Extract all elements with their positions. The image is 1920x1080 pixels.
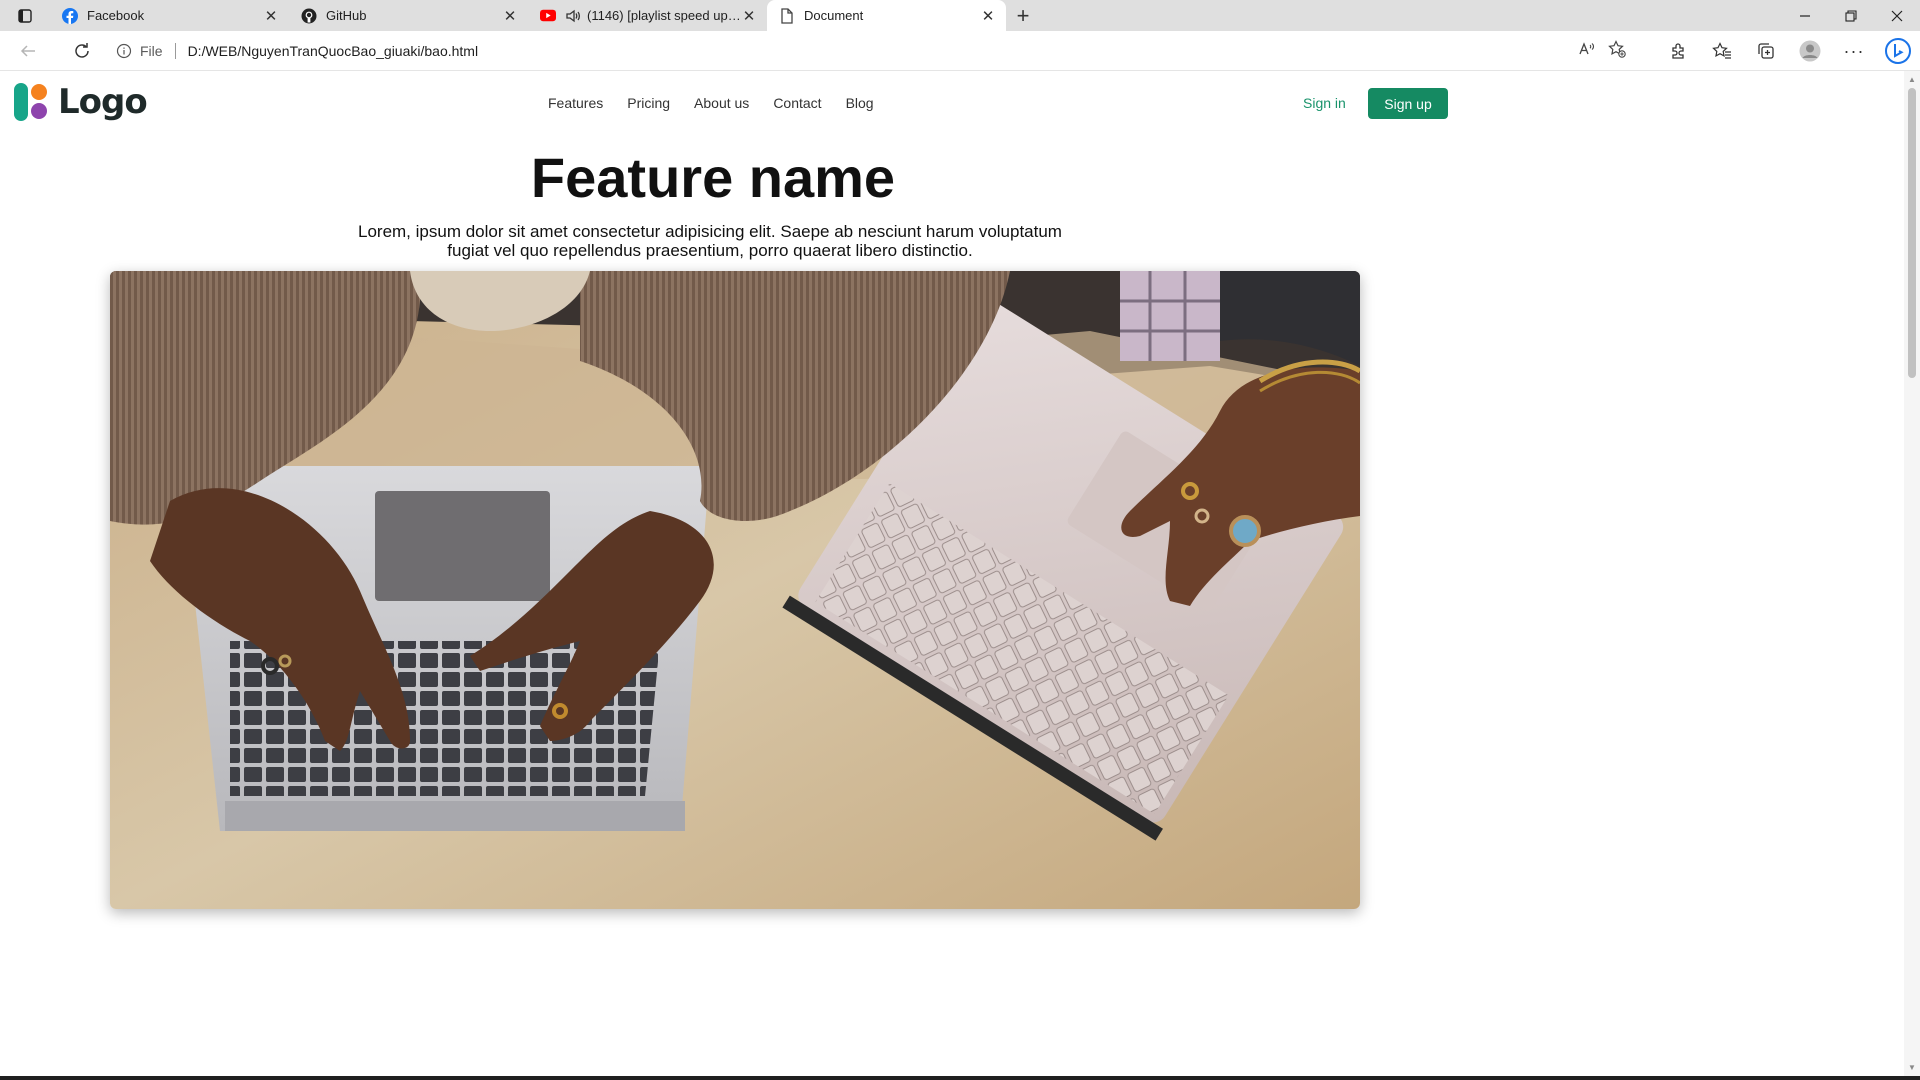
scroll-up-icon[interactable]: ▲ [1908,75,1916,84]
tab-bar: Facebook ✕ GitHub ✕ (1146) [playlist spe… [0,0,1920,31]
facebook-icon [62,7,78,24]
extensions-icon [1672,43,1684,59]
refresh-icon [75,42,89,58]
close-icon[interactable]: ✕ [980,8,996,25]
settings-menu-button[interactable]: ··· [1836,35,1872,67]
page-scrollbar[interactable]: ▲ ▼ [1904,71,1920,1076]
site-info-icon[interactable] [116,43,132,59]
laptops-photo [110,271,1360,909]
speaker-icon[interactable] [565,8,581,24]
plus-icon: + [1016,2,1030,28]
youtube-icon [540,8,556,24]
hero-image [110,271,1360,909]
bing-button[interactable] [1880,35,1916,67]
refresh-button[interactable] [64,35,100,67]
nav-about-us[interactable]: About us [694,95,749,111]
close-icon [1891,10,1903,21]
window-controls [1782,0,1920,31]
restore-icon [1845,9,1857,22]
minimize-button[interactable] [1782,0,1828,31]
taskbar-edge [0,1076,1920,1080]
tab-document[interactable]: Document ✕ [767,0,1006,31]
sign-up-button[interactable]: Sign up [1368,88,1448,119]
read-aloud-icon[interactable] [1578,41,1596,60]
bing-chat-icon [1885,38,1911,64]
site-header: Logo Features Pricing About us Contact B… [0,71,1904,135]
logo-mark-icon [14,83,47,121]
collections-icon [1758,43,1774,59]
tab-actions-button[interactable] [0,0,50,31]
address-actions [1578,40,1634,61]
restore-button[interactable] [1828,0,1874,31]
collections-button[interactable] [1748,35,1784,67]
nav-pricing[interactable]: Pricing [627,95,670,111]
logo[interactable]: Logo [12,81,148,123]
scrollbar-thumb[interactable] [1908,88,1916,378]
github-icon [301,8,317,24]
nav-features[interactable]: Features [548,95,603,111]
close-icon[interactable]: ✕ [263,8,279,25]
scroll-down-icon[interactable]: ▼ [1908,1063,1916,1072]
url-text[interactable]: D:/WEB/NguyenTranQuocBao_giuaki/bao.html [188,43,479,59]
new-tab-button[interactable]: + [1006,0,1040,31]
protocol-label: File [140,42,163,59]
profile-button[interactable] [1792,35,1828,67]
address-bar[interactable]: File D:/WEB/NguyenTranQuocBao_giuaki/bao… [104,34,1634,67]
document-icon [779,7,795,24]
main-nav: Features Pricing About us Contact Blog [548,95,874,111]
extensions-button[interactable] [1660,35,1696,67]
favorites-icon [1712,42,1731,59]
feature-description: Lorem, ipsum dolor sit amet consectetur … [358,222,1062,260]
back-arrow-icon [20,44,35,57]
page-title: Feature name [530,146,896,209]
close-icon[interactable]: ✕ [741,8,757,25]
tab-title: Facebook [87,8,145,23]
tab-github[interactable]: GitHub ✕ [289,0,528,31]
page-viewport: Logo Features Pricing About us Contact B… [0,71,1904,1076]
close-window-button[interactable] [1874,0,1920,31]
add-favorite-icon[interactable] [1608,40,1626,61]
tab-title: GitHub [326,8,367,23]
tab-title: Document [804,8,864,23]
minimize-icon [1800,14,1810,17]
browser-toolbar: File D:/WEB/NguyenTranQuocBao_giuaki/bao… [0,31,1920,71]
avatar-icon [1799,40,1821,62]
divider [174,42,176,59]
logo-text: Logo [58,82,148,122]
tab-youtube[interactable]: (1146) [playlist speed up] M ✕ [528,0,767,31]
tab-title: (1146) [playlist speed up] M [587,8,741,23]
close-icon[interactable]: ✕ [502,8,518,25]
back-button[interactable] [10,35,46,67]
toolbar-right: ··· [1660,31,1920,71]
nav-blog[interactable]: Blog [846,95,874,111]
more-icon: ··· [1843,40,1865,61]
tab-actions-icon [18,8,32,23]
favorites-button[interactable] [1704,35,1740,67]
sign-in-link[interactable]: Sign in [1303,95,1346,111]
tab-facebook[interactable]: Facebook ✕ [50,0,289,31]
nav-contact[interactable]: Contact [773,95,821,111]
